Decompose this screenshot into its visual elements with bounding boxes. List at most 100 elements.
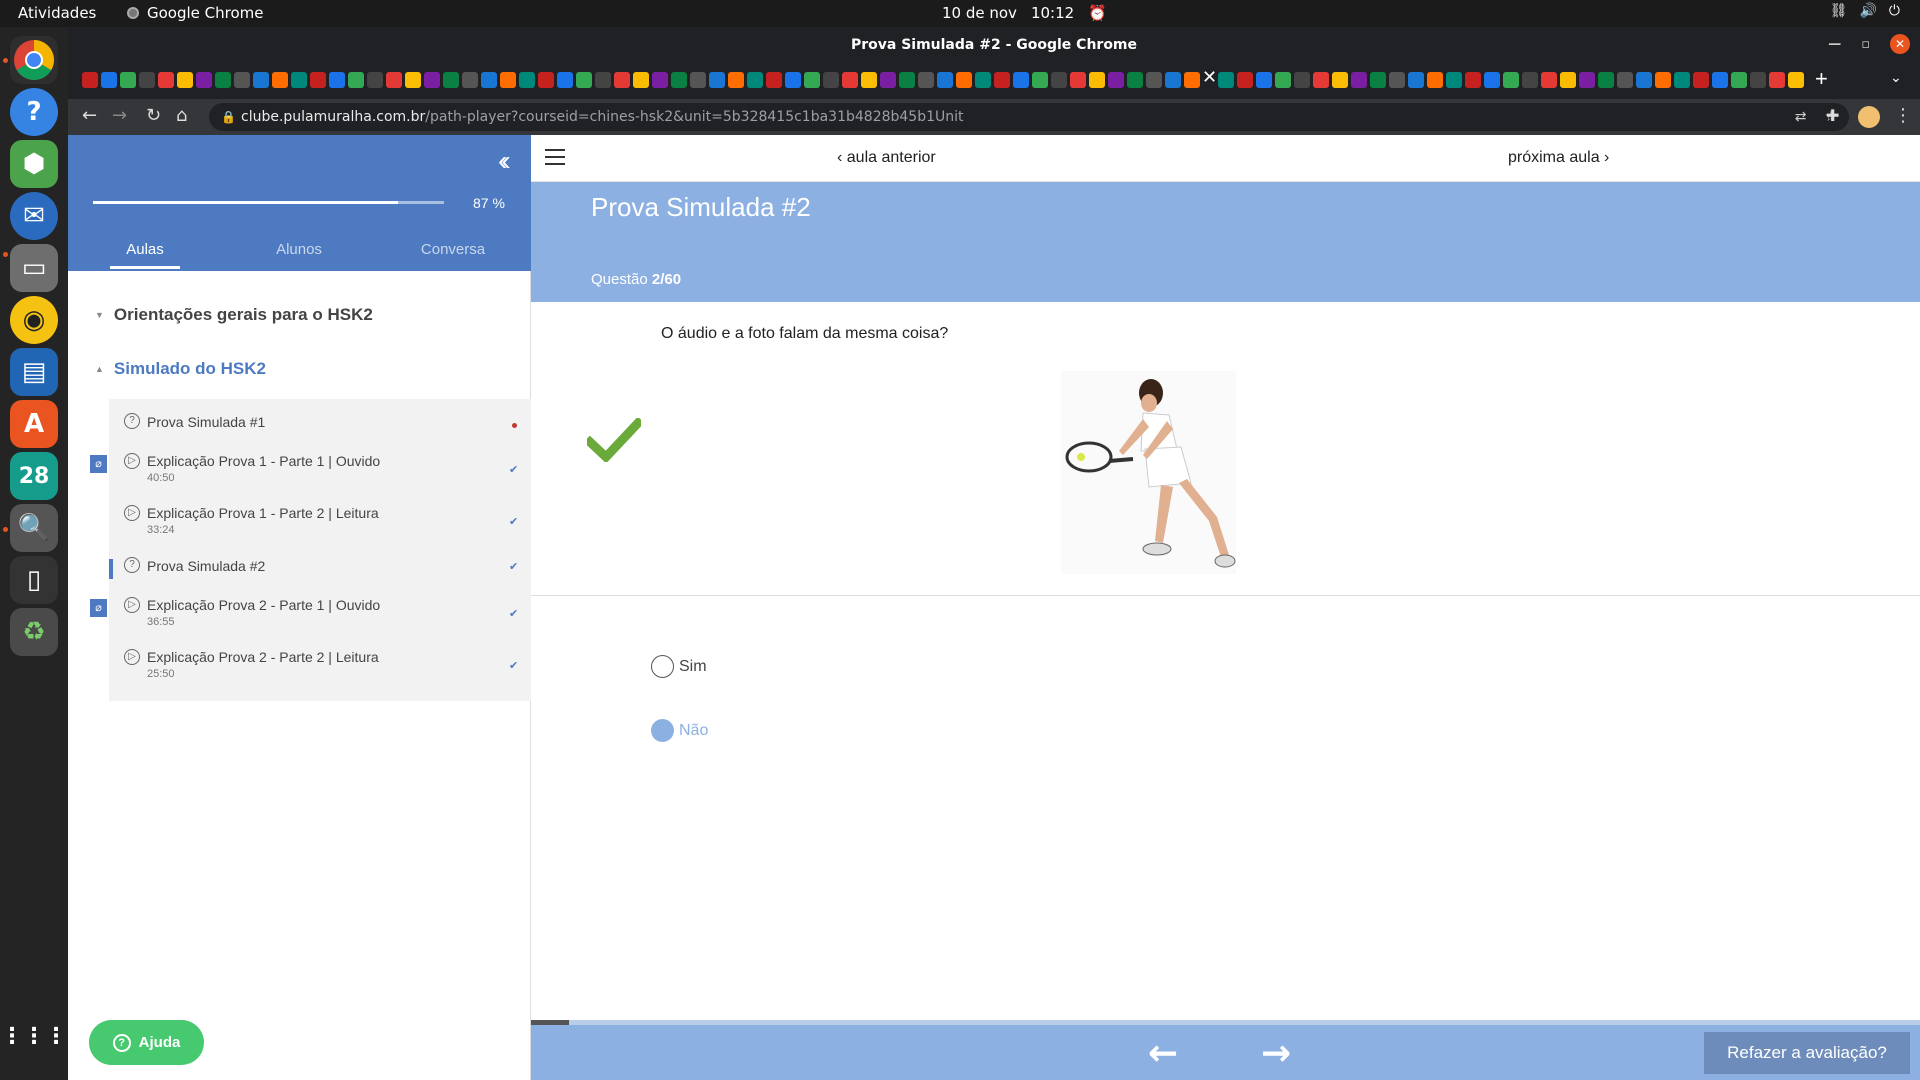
- section-simulado[interactable]: ▲ Simulado do HSK2: [95, 359, 266, 379]
- calendar-launcher[interactable]: 28: [10, 452, 58, 500]
- tab-favicon-icon[interactable]: [405, 72, 421, 88]
- tab-favicon-icon[interactable]: [1313, 72, 1329, 88]
- tab-favicon-icon[interactable]: [1146, 72, 1162, 88]
- tab-favicon-icon[interactable]: [1484, 72, 1500, 88]
- redo-quiz-button[interactable]: Refazer a avaliação?: [1704, 1032, 1910, 1074]
- tab-favicon-icon[interactable]: [120, 72, 136, 88]
- tab-favicon-icon[interactable]: [1712, 72, 1728, 88]
- home-icon[interactable]: ⌂: [176, 105, 187, 126]
- tab-favicon-icon[interactable]: [1655, 72, 1671, 88]
- lesson-item[interactable]: ▷ Explicação Prova 2 - Parte 1 | Ouvido …: [109, 583, 531, 635]
- close-tab-icon[interactable]: ✕: [1202, 67, 1217, 88]
- tab-conversa[interactable]: Conversa: [376, 241, 530, 258]
- tab-favicon-icon[interactable]: [443, 72, 459, 88]
- tab-favicon-icon[interactable]: [1070, 72, 1086, 88]
- lesson-item[interactable]: ▷ Explicação Prova 2 - Parte 2 | Leitura…: [109, 635, 531, 687]
- help-launcher[interactable]: ?: [10, 88, 58, 136]
- tab-favicon-icon[interactable]: [1693, 72, 1709, 88]
- tab-alunos[interactable]: Alunos: [222, 241, 376, 258]
- app-menu[interactable]: Google Chrome: [127, 4, 264, 22]
- tab-favicon-icon[interactable]: [310, 72, 326, 88]
- tab-favicon-icon[interactable]: [614, 72, 630, 88]
- lesson-item[interactable]: ▷ Explicação Prova 1 - Parte 2 | Leitura…: [109, 491, 531, 543]
- tab-favicon-icon[interactable]: [1389, 72, 1405, 88]
- maximize-icon[interactable]: ▫: [1861, 37, 1870, 52]
- address-bar[interactable]: 🔒 clube.pulamuralha.com.br/path-player?c…: [209, 103, 1849, 131]
- lesson-item[interactable]: ▷ Explicação Prova 1 - Parte 1 | Ouvido …: [109, 439, 531, 491]
- back-icon[interactable]: ←: [82, 105, 97, 126]
- tab-favicon-icon[interactable]: [576, 72, 592, 88]
- tab-favicon-icon[interactable]: [804, 72, 820, 88]
- tab-favicon-icon[interactable]: [386, 72, 402, 88]
- tab-favicon-icon[interactable]: [1769, 72, 1785, 88]
- tab-favicon-icon[interactable]: [690, 72, 706, 88]
- tab-favicon-icon[interactable]: [481, 72, 497, 88]
- tab-favicon-icon[interactable]: [709, 72, 725, 88]
- tab-favicon-icon[interactable]: [424, 72, 440, 88]
- tab-favicon-icon[interactable]: [1427, 72, 1443, 88]
- tab-favicon-icon[interactable]: [1237, 72, 1253, 88]
- tab-favicon-icon[interactable]: [1294, 72, 1310, 88]
- chrome-launcher[interactable]: [10, 36, 58, 84]
- tab-favicon-icon[interactable]: [785, 72, 801, 88]
- activities-button[interactable]: Atividades: [18, 4, 96, 22]
- tab-favicon-icon[interactable]: [1522, 72, 1538, 88]
- tab-favicon-icon[interactable]: [1165, 72, 1181, 88]
- tab-favicon-icon[interactable]: [1636, 72, 1652, 88]
- radio-button[interactable]: [651, 655, 674, 678]
- close-window-icon[interactable]: ✕: [1890, 34, 1910, 54]
- trash-launcher[interactable]: ♻: [10, 608, 58, 656]
- tab-favicon-icon[interactable]: [899, 72, 915, 88]
- tab-favicon-icon[interactable]: [1617, 72, 1633, 88]
- tab-favicon-icon[interactable]: [937, 72, 953, 88]
- next-question-arrow-icon[interactable]: →: [1261, 1033, 1291, 1074]
- hamburger-menu-icon[interactable]: [545, 149, 565, 165]
- previous-question-arrow-icon[interactable]: ←: [1148, 1033, 1178, 1074]
- option-sim[interactable]: Sim: [651, 655, 707, 678]
- tab-favicon-icon[interactable]: [1127, 72, 1143, 88]
- tab-favicon-icon[interactable]: [557, 72, 573, 88]
- collapse-sidebar-icon[interactable]: ‹‹: [498, 145, 510, 177]
- writer-launcher[interactable]: ▤: [10, 348, 58, 396]
- tab-favicon-icon[interactable]: [1408, 72, 1424, 88]
- tab-favicon-icon[interactable]: [196, 72, 212, 88]
- previous-lesson-link[interactable]: ‹ aula anterior: [837, 149, 936, 167]
- forward-icon[interactable]: →: [112, 105, 127, 126]
- lesson-item[interactable]: ? Prova Simulada #1: [109, 399, 531, 439]
- option-nao[interactable]: Não: [651, 719, 708, 742]
- reload-icon[interactable]: ↻: [146, 105, 161, 126]
- next-lesson-link[interactable]: próxima aula ›: [1508, 149, 1609, 167]
- attachment-icon[interactable]: ⌀: [90, 599, 107, 617]
- thunderbird-launcher[interactable]: ✉: [10, 192, 58, 240]
- tab-favicon-icon[interactable]: [1446, 72, 1462, 88]
- tab-favicon-icon[interactable]: [234, 72, 250, 88]
- tab-favicon-icon[interactable]: [1503, 72, 1519, 88]
- rhythmbox-launcher[interactable]: ◉: [10, 296, 58, 344]
- software-launcher[interactable]: A: [10, 400, 58, 448]
- tab-favicon-icon[interactable]: [1332, 72, 1348, 88]
- tab-favicon-icon[interactable]: [82, 72, 98, 88]
- tab-favicon-icon[interactable]: [1674, 72, 1690, 88]
- lesson-item-current[interactable]: ? Prova Simulada #2 ✔: [109, 543, 531, 583]
- tab-favicon-icon[interactable]: [1275, 72, 1291, 88]
- tab-favicon-icon[interactable]: [747, 72, 763, 88]
- tab-favicon-icon[interactable]: [215, 72, 231, 88]
- tab-favicon-icon[interactable]: [348, 72, 364, 88]
- tab-favicon-icon[interactable]: [1108, 72, 1124, 88]
- tab-favicon-icon[interactable]: [823, 72, 839, 88]
- tab-favicon-icon[interactable]: [1351, 72, 1367, 88]
- tab-favicon-icon[interactable]: [139, 72, 155, 88]
- new-tab-button[interactable]: +: [1815, 66, 1828, 92]
- attachment-icon[interactable]: ⌀: [90, 455, 107, 473]
- tab-favicon-icon[interactable]: [1560, 72, 1576, 88]
- tab-favicon-icon[interactable]: [462, 72, 478, 88]
- device-launcher[interactable]: ▯: [10, 556, 58, 604]
- tab-favicon-icon[interactable]: [956, 72, 972, 88]
- tab-favicon-icon[interactable]: [1089, 72, 1105, 88]
- tab-favicon-icon[interactable]: [1013, 72, 1029, 88]
- files-launcher[interactable]: ▭: [10, 244, 58, 292]
- tab-favicon-icon[interactable]: [728, 72, 744, 88]
- tab-favicon-icon[interactable]: [652, 72, 668, 88]
- radio-button-selected[interactable]: [651, 719, 674, 742]
- tab-favicon-icon[interactable]: [272, 72, 288, 88]
